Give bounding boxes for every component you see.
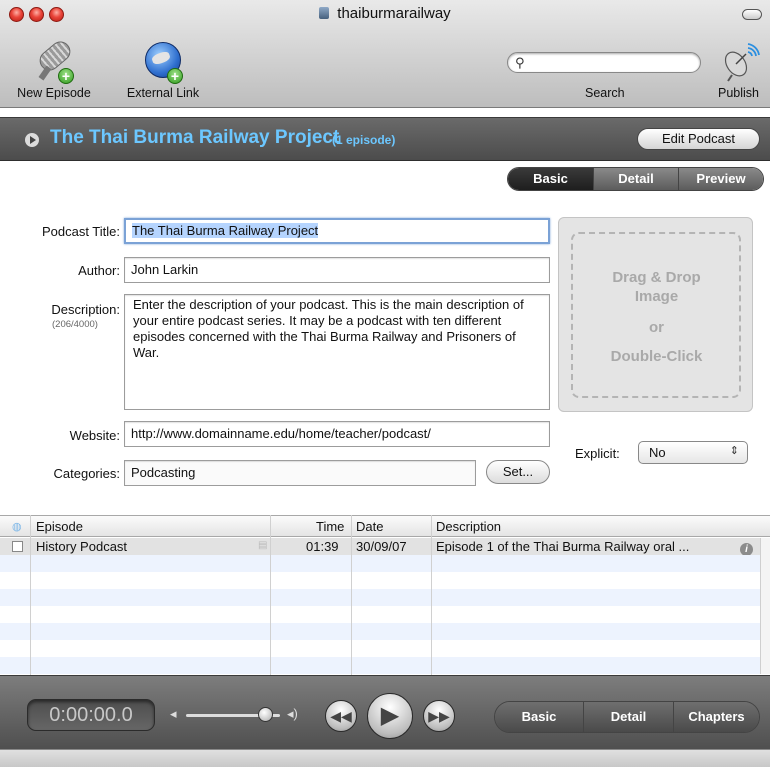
new-episode-label: New Episode [17,86,91,100]
publish-label[interactable]: Publish [718,86,759,100]
volume-low-icon: ◂ [170,706,177,721]
dropzone-text-2: Image [634,288,679,305]
plus-icon: + [58,68,74,84]
description-field[interactable]: Enter the description of your podcast. T… [124,294,550,410]
tab-preview[interactable]: Preview [678,168,763,190]
episode-table: History Podcast ▤ 01:39 30/09/07 Episode… [0,538,770,674]
explicit-label: Explicit: [575,446,620,461]
bottom-tab-basic[interactable]: Basic [495,702,583,732]
updown-arrows-icon: ⇕ [729,445,739,457]
bottom-tab-detail[interactable]: Detail [583,702,673,732]
status-bar [0,749,770,767]
document-icon [319,7,330,19]
episode-table-header: ◍ Episode Time Date Description [0,515,770,537]
dropzone-text-3: or [649,319,664,336]
feed-icon: ◍ [12,521,22,533]
podcast-title-label: Podcast Title: [41,224,120,239]
website-label: Website: [69,428,120,443]
rewind-button[interactable]: ◀◀ [325,700,357,732]
column-header-episode[interactable]: Episode [36,519,83,534]
plus-icon: + [167,68,183,84]
window-title-text: thaiburmarailway [337,5,451,22]
search-input[interactable] [532,55,692,70]
bottom-tab-chapters[interactable]: Chapters [673,702,759,732]
categories-label: Categories: [53,466,120,481]
play-button[interactable]: ▶ [367,693,413,739]
external-link-button[interactable]: + External Link [116,40,210,100]
website-field[interactable]: http://www.domainname.edu/home/teacher/p… [124,421,550,447]
toolbar-toggle-button[interactable] [742,9,762,20]
search-field[interactable]: ⚲ [507,52,701,73]
volume-slider-knob[interactable] [258,707,274,722]
column-header-date[interactable]: Date [356,519,383,534]
view-tabs: Basic Detail Preview [507,167,764,191]
table-row [0,640,760,657]
volume-high-icon: ◂) [287,706,298,721]
table-scrollbar[interactable] [760,538,770,674]
podcast-title-field[interactable]: The Thai Burma Railway Project [124,218,550,244]
podcast-header: The Thai Burma Railway Project (1 episod… [0,117,770,161]
column-header-time[interactable]: Time [316,519,344,534]
author-field[interactable]: John Larkin [124,257,550,283]
globe-icon: + [141,40,185,84]
external-link-label: External Link [126,86,200,100]
dropzone-text-1: Drag & Drop [612,269,701,286]
fast-forward-button[interactable]: ▶▶ [423,700,455,732]
chapter-marker-icon: ▤ [258,540,268,551]
episode-time: 01:39 [306,539,339,554]
microphone-icon: + [32,37,76,84]
artwork-dropzone[interactable]: Drag & Drop Image or Double-Click [558,217,753,412]
description-label: Description: [51,302,120,317]
categories-field: Podcasting [124,460,476,486]
column-divider [30,515,31,675]
table-row[interactable]: History Podcast ▤ 01:39 30/09/07 Episode… [0,538,760,556]
episode-checkbox[interactable] [12,541,23,552]
table-row [0,623,760,640]
column-divider [431,515,432,675]
new-episode-button[interactable]: + New Episode [2,37,106,100]
dropzone-text-4: Double-Click [610,348,703,365]
search-icon: ⚲ [515,55,525,70]
description-char-count: (206/4000) [52,319,98,330]
table-row [0,606,760,623]
tab-basic[interactable]: Basic [508,168,593,190]
tab-detail[interactable]: Detail [593,168,678,190]
disclosure-play-icon[interactable] [25,133,39,147]
column-divider [270,515,271,675]
author-label: Author: [78,263,120,278]
episode-description: Episode 1 of the Thai Burma Railway oral… [436,539,690,554]
episode-name: History Podcast [36,539,128,554]
set-categories-button[interactable]: Set... [486,460,550,484]
table-row [0,555,760,572]
window-title: thaiburmarailway [0,5,770,22]
podcast-title-value: The Thai Burma Railway Project [132,223,319,238]
window-toolbar: thaiburmarailway + New Episode + Externa… [0,0,770,108]
satellite-dish-icon[interactable] [720,42,760,82]
podcast-title: The Thai Burma Railway Project [50,127,340,148]
table-row [0,657,760,674]
info-icon[interactable]: i [740,540,753,556]
edit-podcast-button[interactable]: Edit Podcast [637,128,760,150]
bottom-view-tabs: Basic Detail Chapters [494,701,760,733]
table-row [0,572,760,589]
explicit-select[interactable]: No ⇕ [638,441,748,464]
player-bar: 0:00:00.0 ◂ ◂) ◀◀ ▶ ▶▶ Basic Detail Chap… [0,675,770,749]
episode-count: (1 episode) [332,133,396,147]
search-label: Search [585,86,625,100]
episode-date: 30/09/07 [356,539,407,554]
column-divider [351,515,352,675]
explicit-value: No [649,445,666,460]
table-row [0,589,760,606]
dropzone-border [571,232,741,398]
column-header-description[interactable]: Description [436,519,501,534]
time-display: 0:00:00.0 [27,699,155,731]
